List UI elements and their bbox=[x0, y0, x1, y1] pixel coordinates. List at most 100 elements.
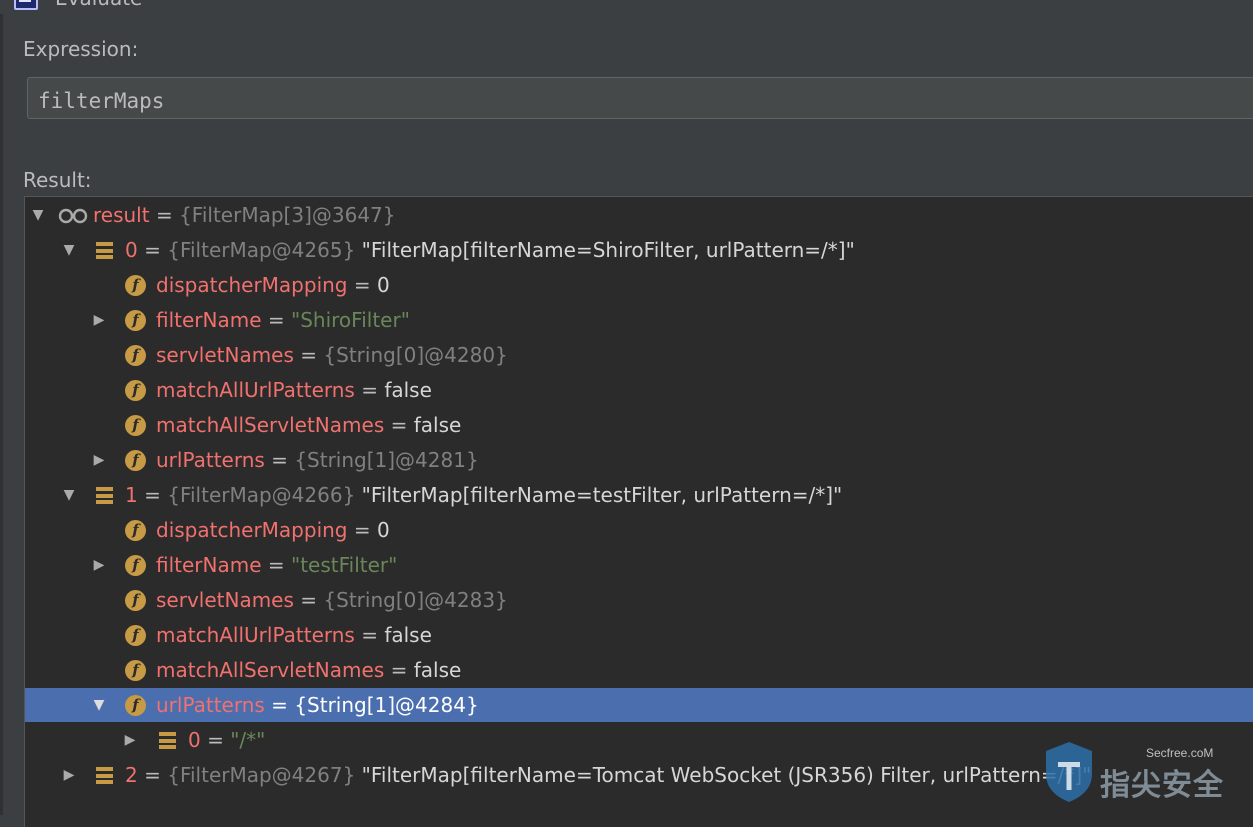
tree-row[interactable]: matchAllServletNames = false bbox=[25, 653, 1253, 687]
app-icon bbox=[14, 0, 38, 10]
node-reference: {FilterMap@4266} bbox=[167, 483, 356, 507]
field-f-icon bbox=[125, 450, 146, 471]
node-equals: = bbox=[261, 553, 292, 577]
node-name: 1 bbox=[125, 483, 138, 507]
expand-arrow-icon[interactable] bbox=[92, 313, 106, 327]
expand-arrow-icon[interactable] bbox=[92, 453, 106, 467]
node-value: false bbox=[413, 413, 462, 437]
collapse-arrow-icon[interactable] bbox=[31, 208, 45, 222]
node-reference: {FilterMap@4265} bbox=[167, 238, 356, 262]
array-icon bbox=[96, 767, 113, 784]
node-name: servletNames bbox=[156, 588, 294, 612]
tree-row[interactable]: urlPatterns = {String[1]@4281} bbox=[25, 443, 1253, 477]
node-value: false bbox=[384, 378, 432, 402]
field-f-icon bbox=[125, 660, 146, 681]
node-name: filterName bbox=[156, 308, 262, 332]
result-label: Result: bbox=[23, 168, 92, 192]
node-string-value: "ShiroFilter" bbox=[291, 308, 410, 332]
node-name: 0 bbox=[188, 728, 201, 752]
node-value: "FilterMap[filterName=testFilter, urlPat… bbox=[355, 483, 843, 507]
watermark: Secfree.coM 指尖安全 bbox=[1040, 738, 1240, 808]
node-value: "FilterMap[filterName=Tomcat WebSocket (… bbox=[355, 763, 1092, 787]
field-f-icon bbox=[125, 380, 146, 401]
field-f-icon bbox=[125, 275, 146, 296]
node-equals: = bbox=[137, 238, 168, 262]
collapse-arrow-icon[interactable] bbox=[62, 488, 76, 502]
collapse-arrow-icon[interactable] bbox=[62, 243, 76, 257]
node-equals: = bbox=[293, 588, 324, 612]
tree-row[interactable]: 0 = {FilterMap@4265} "FilterMap[filterNa… bbox=[25, 233, 1253, 267]
collapse-arrow-icon[interactable] bbox=[92, 698, 106, 712]
tree-row-selected[interactable]: urlPatterns = {String[1]@4284} bbox=[25, 688, 1253, 722]
node-equals: = bbox=[384, 413, 414, 437]
node-equals: = bbox=[137, 763, 168, 787]
node-reference: {String[0]@4283} bbox=[323, 588, 508, 612]
tree-row[interactable]: 1 = {FilterMap@4266} "FilterMap[filterNa… bbox=[25, 478, 1253, 512]
node-name: matchAllUrlPatterns bbox=[156, 378, 355, 402]
array-icon bbox=[96, 242, 113, 259]
expand-arrow-icon[interactable] bbox=[62, 768, 76, 782]
tree-row[interactable]: filterName = "testFilter" bbox=[25, 548, 1253, 582]
node-equals: = bbox=[149, 203, 180, 227]
node-reference: {String[1]@4281} bbox=[294, 448, 479, 472]
node-value: 0 bbox=[376, 518, 390, 542]
node-name: 2 bbox=[125, 763, 138, 787]
node-name: matchAllUrlPatterns bbox=[156, 623, 355, 647]
node-reference: {FilterMap[3]@3647} bbox=[179, 203, 396, 227]
node-name: filterName bbox=[156, 553, 262, 577]
tree-row[interactable]: servletNames = {String[0]@4280} bbox=[25, 338, 1253, 372]
node-equals: = bbox=[347, 273, 377, 297]
node-value: "FilterMap[filterName=ShiroFilter, urlPa… bbox=[355, 238, 855, 262]
expression-label: Expression: bbox=[23, 37, 139, 61]
node-name: dispatcherMapping bbox=[156, 518, 348, 542]
node-name: 0 bbox=[125, 238, 138, 262]
node-equals: = bbox=[354, 378, 385, 402]
node-name: dispatcherMapping bbox=[156, 273, 348, 297]
field-f-icon bbox=[125, 625, 146, 646]
node-name: result bbox=[93, 203, 150, 227]
window-edge bbox=[0, 14, 3, 815]
node-name: matchAllServletNames bbox=[156, 413, 385, 437]
tree-row[interactable]: matchAllUrlPatterns = false bbox=[25, 618, 1253, 652]
node-equals: = bbox=[200, 728, 231, 752]
expression-input[interactable] bbox=[27, 77, 1253, 119]
watermark-name: 指尖安全 bbox=[1100, 768, 1224, 803]
watermark-domain: Secfree.coM bbox=[1146, 746, 1214, 760]
window-title: Evaluate bbox=[55, 0, 142, 10]
field-f-icon bbox=[125, 345, 146, 366]
field-f-icon bbox=[125, 590, 146, 611]
node-equals: = bbox=[354, 623, 385, 647]
node-name: matchAllServletNames bbox=[156, 658, 385, 682]
node-string-value: "/*" bbox=[230, 728, 266, 752]
field-f-icon bbox=[125, 520, 146, 541]
node-reference: {String[0]@4280} bbox=[323, 343, 508, 367]
field-f-icon bbox=[125, 555, 146, 576]
tree-row[interactable]: dispatcherMapping = 0 bbox=[25, 513, 1253, 547]
result-tree[interactable]: result = {FilterMap[3]@3647} 0 = {Filter… bbox=[24, 196, 1253, 827]
tree-row[interactable]: dispatcherMapping = 0 bbox=[25, 268, 1253, 302]
tree-row[interactable]: result = {FilterMap[3]@3647} bbox=[25, 198, 1253, 232]
title-bar: Evaluate bbox=[0, 0, 1253, 14]
node-value: false bbox=[413, 658, 462, 682]
node-equals: = bbox=[137, 483, 168, 507]
node-equals: = bbox=[264, 693, 295, 717]
node-value: 0 bbox=[376, 273, 390, 297]
watch-glasses-icon bbox=[58, 208, 88, 224]
node-reference: {FilterMap@4267} bbox=[167, 763, 356, 787]
array-icon bbox=[159, 732, 176, 749]
expand-arrow-icon[interactable] bbox=[92, 558, 106, 572]
node-name: urlPatterns bbox=[156, 448, 265, 472]
tree-row[interactable]: filterName = "ShiroFilter" bbox=[25, 303, 1253, 337]
tree-row[interactable]: servletNames = {String[0]@4283} bbox=[25, 583, 1253, 617]
field-f-icon bbox=[125, 310, 146, 331]
node-equals: = bbox=[293, 343, 324, 367]
array-icon bbox=[96, 487, 113, 504]
expand-arrow-icon[interactable] bbox=[123, 733, 137, 747]
node-name: urlPatterns bbox=[156, 693, 265, 717]
node-equals: = bbox=[261, 308, 292, 332]
tree-row[interactable]: matchAllServletNames = false bbox=[25, 408, 1253, 442]
tree-row[interactable]: matchAllUrlPatterns = false bbox=[25, 373, 1253, 407]
node-string-value: "testFilter" bbox=[291, 553, 398, 577]
node-equals: = bbox=[384, 658, 414, 682]
node-equals: = bbox=[264, 448, 295, 472]
